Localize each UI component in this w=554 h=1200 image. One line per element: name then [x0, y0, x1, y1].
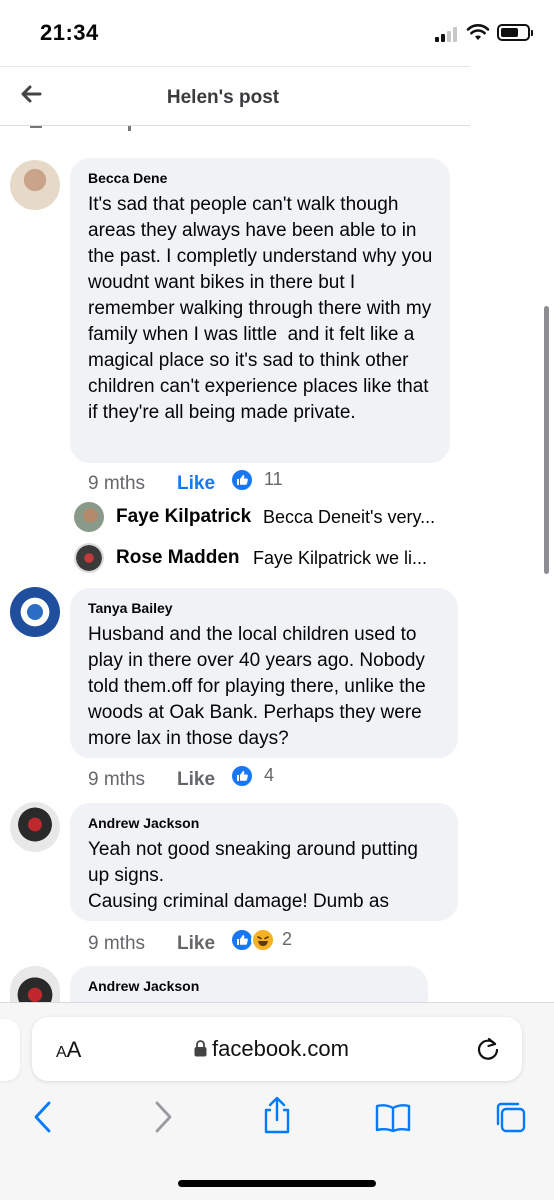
comment-author[interactable]: Tanya Bailey: [88, 600, 442, 616]
reaction-count[interactable]: 4: [264, 765, 274, 786]
clipped-text-fragment: [30, 126, 131, 131]
address-bar[interactable]: AA facebook.com: [32, 1017, 522, 1081]
back-icon[interactable]: [33, 1100, 53, 1134]
like-reaction-icon: [230, 764, 254, 788]
reply-author[interactable]: Faye Kilpatrick: [116, 506, 251, 528]
bookmarks-icon[interactable]: [374, 1103, 412, 1133]
like-button[interactable]: Like: [177, 473, 215, 495]
avatar: [74, 502, 104, 532]
comment-text: It's sad that people can't walk though a…: [88, 194, 438, 423]
comment-text: Yeah not good sneaking around putting up…: [88, 839, 418, 912]
forward-icon[interactable]: [153, 1100, 173, 1134]
cellular-signal-icon: [435, 26, 461, 42]
reaction-count[interactable]: 11: [264, 469, 283, 490]
share-icon[interactable]: [261, 1095, 293, 1135]
comment-author[interactable]: Becca Dene: [88, 170, 434, 186]
like-button[interactable]: Like: [177, 933, 215, 955]
reply-author[interactable]: Rose Madden: [116, 547, 240, 569]
comment-bubble[interactable]: Becca Dene It's sad that people can't wa…: [70, 158, 450, 463]
status-bar: 21:34: [0, 0, 554, 66]
reload-icon[interactable]: [475, 1035, 501, 1063]
comment-bubble[interactable]: Andrew Jackson: [70, 966, 428, 1002]
comment-time[interactable]: 9 mths: [88, 933, 145, 955]
avatar[interactable]: [10, 966, 60, 1002]
page-title: Helen's post: [166, 87, 280, 108]
previous-tab-preview[interactable]: [0, 1019, 20, 1081]
wifi-icon: [466, 23, 490, 40]
tabs-icon[interactable]: [493, 1100, 527, 1134]
comment-author[interactable]: Andrew Jackson: [88, 978, 412, 994]
comment-author[interactable]: Andrew Jackson: [88, 815, 442, 831]
avatar[interactable]: [10, 160, 60, 210]
comment-bubble[interactable]: Tanya Bailey Husband and the local child…: [70, 588, 458, 758]
reaction-count[interactable]: 2: [282, 929, 292, 950]
text-size-button[interactable]: AA: [56, 1037, 81, 1063]
reply-faye-kilpatrick[interactable]: Faye Kilpatrick Becca Deneit's very...: [74, 502, 474, 532]
post-header: Helen's post: [0, 66, 470, 126]
status-time: 21:34: [40, 20, 99, 45]
like-reaction-icon: [230, 468, 254, 492]
comment-time[interactable]: 9 mths: [88, 473, 145, 495]
comment-bubble[interactable]: Andrew Jackson Yeah not good sneaking ar…: [70, 803, 458, 921]
haha-reaction-icon: [251, 928, 275, 952]
scrollbar[interactable]: [544, 306, 549, 574]
home-indicator[interactable]: [178, 1180, 376, 1187]
like-button[interactable]: Like: [177, 769, 215, 791]
avatar[interactable]: [10, 802, 60, 852]
url-domain[interactable]: facebook.com: [212, 1036, 349, 1062]
comment-time[interactable]: 9 mths: [88, 769, 145, 791]
comment-text: Husband and the local children used to p…: [88, 624, 431, 749]
lock-icon: [194, 1040, 207, 1057]
battery-icon: [497, 24, 533, 41]
reply-rose-madden[interactable]: Rose Madden Faye Kilpatrick we li...: [74, 543, 474, 573]
reply-preview: Becca Deneit's very...: [263, 507, 436, 527]
avatar: [74, 543, 104, 573]
reply-preview: Faye Kilpatrick we li...: [253, 548, 428, 568]
avatar[interactable]: [10, 587, 60, 637]
